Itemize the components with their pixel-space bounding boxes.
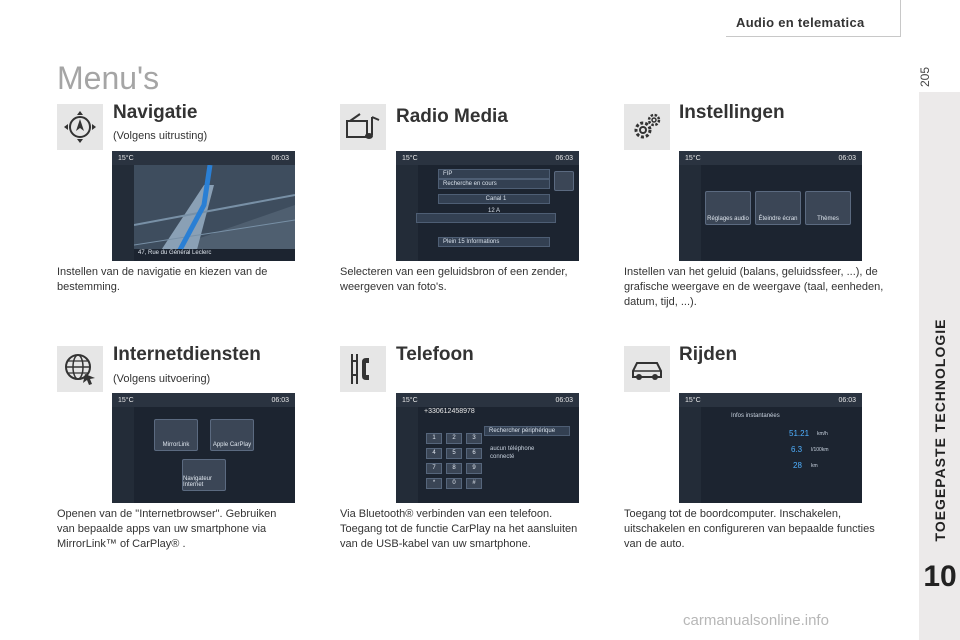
car-driving-icon bbox=[624, 346, 670, 392]
status-bar: 15°C 06:03 bbox=[679, 393, 862, 407]
trip-value-range: 28 bbox=[793, 461, 802, 470]
temperature: 15°C bbox=[402, 154, 418, 162]
nav-address: 47, Rue du Général Leclerc bbox=[138, 250, 212, 256]
keypad-key: 4 bbox=[426, 448, 442, 459]
clock: 06:03 bbox=[838, 154, 856, 162]
screen-sidebar bbox=[396, 165, 418, 261]
internetdiensten-description: Openen van de "Internetbrowser". Gebruik… bbox=[57, 508, 277, 550]
radio-media-title: Radio Media bbox=[396, 106, 508, 127]
screen-sidebar bbox=[396, 407, 418, 503]
channel-row: Canal 1 bbox=[438, 194, 550, 204]
settings-tile-themes: Thèmes bbox=[805, 191, 851, 225]
keypad-key: 2 bbox=[446, 433, 462, 444]
settings-tile-audio: Réglages audio bbox=[705, 191, 751, 225]
keypad-key: 9 bbox=[466, 463, 482, 474]
map-view bbox=[134, 165, 295, 261]
radio-screen: 15°C 06:03 FIP Recherche en cours Canal … bbox=[396, 151, 579, 261]
station-row: FIP bbox=[438, 169, 550, 179]
keypad-key: 0 bbox=[446, 478, 462, 489]
phone-screen: 15°C 06:03 +330612458978 Rechercher péri… bbox=[396, 393, 579, 503]
search-row: Recherche en cours bbox=[438, 179, 550, 189]
navigatie-subtitle: (Volgens uitrusting) bbox=[113, 130, 208, 142]
temperature: 15°C bbox=[685, 396, 701, 404]
navigatie-description: Instellen van de navigatie en kiezen van… bbox=[57, 266, 268, 293]
clock: 06:03 bbox=[271, 154, 289, 162]
section-label: TOEGEPASTE TECHNOLOGIE bbox=[932, 318, 948, 542]
navigation-screen: 15°C 06:03 47, Rue du Général Leclerc bbox=[112, 151, 295, 261]
keypad-key: 6 bbox=[466, 448, 482, 459]
internet-screen: 15°C 06:03 MirrorLink Apple CarPlay Navi… bbox=[112, 393, 295, 503]
page-title: Menu's bbox=[57, 60, 160, 96]
screen-sidebar bbox=[679, 165, 701, 261]
navigatie-title: Navigatie bbox=[113, 102, 198, 123]
keypad-key: 1 bbox=[426, 433, 442, 444]
keypad-key: 3 bbox=[466, 433, 482, 444]
keypad-key: 7 bbox=[426, 463, 442, 474]
chapter-number: 10 bbox=[923, 560, 957, 593]
clock: 06:03 bbox=[555, 154, 573, 162]
keypad-key: 8 bbox=[446, 463, 462, 474]
temperature: 15°C bbox=[402, 396, 418, 404]
mirrorlink-tile: MirrorLink bbox=[154, 419, 198, 451]
internetdiensten-subtitle: (Volgens uitvoering) bbox=[113, 373, 211, 385]
dab-tile bbox=[554, 171, 574, 191]
keypad-key: 5 bbox=[446, 448, 462, 459]
temperature: 15°C bbox=[118, 396, 134, 404]
info-row: Plein 15 Informations bbox=[438, 237, 550, 247]
instellingen-description: Instellen van het geluid (balans, geluid… bbox=[624, 266, 884, 308]
page-number: 205 bbox=[918, 66, 932, 88]
clock: 06:03 bbox=[838, 396, 856, 404]
temperature: 15°C bbox=[685, 154, 701, 162]
settings-screen: 15°C 06:03 Réglages audio Éteindre écran… bbox=[679, 151, 862, 261]
clock: 06:03 bbox=[555, 396, 573, 404]
screen-sidebar bbox=[112, 165, 134, 261]
instellingen-title: Instellingen bbox=[679, 102, 785, 123]
settings-tile-screen-off: Éteindre écran bbox=[755, 191, 801, 225]
header-rule bbox=[726, 36, 901, 37]
status-bar: 15°C 06:03 bbox=[112, 151, 295, 165]
clock: 06:03 bbox=[271, 396, 289, 404]
keypad-key: * bbox=[426, 478, 442, 489]
telefoon-title: Telefoon bbox=[396, 344, 474, 365]
carplay-tile: Apple CarPlay bbox=[210, 419, 254, 451]
search-device-button: Rechercher périphérique bbox=[484, 426, 570, 436]
seek-row bbox=[416, 213, 556, 223]
keypad-key: # bbox=[466, 478, 482, 489]
trip-value-speed: 51.21 bbox=[789, 429, 810, 438]
status-bar: 15°C 06:03 bbox=[396, 151, 579, 165]
chapter-title: Audio en telematica bbox=[736, 15, 865, 30]
driving-screen: 15°C 06:03 Infos instantanées 51.21 km/h… bbox=[679, 393, 862, 503]
phone-status: aucun téléphone connecté bbox=[490, 446, 535, 460]
trip-heading: Infos instantanées bbox=[731, 413, 780, 419]
rijden-description: Toegang tot de boordcomputer. Inschakele… bbox=[624, 508, 875, 550]
browser-tile: Navigateur Internet bbox=[182, 459, 226, 491]
internetdiensten-title: Internetdiensten bbox=[113, 344, 261, 365]
screen-sidebar bbox=[679, 407, 701, 503]
radio-media-icon bbox=[340, 104, 386, 150]
trip-unit-range: km bbox=[811, 463, 818, 469]
screen-sidebar bbox=[112, 407, 134, 503]
status-bar: 15°C 06:03 bbox=[396, 393, 579, 407]
status-bar: 15°C 06:03 bbox=[112, 393, 295, 407]
radio-media-description: Selecteren van een geluidsbron of een ze… bbox=[340, 266, 568, 293]
internet-globe-icon bbox=[57, 346, 103, 392]
navigation-compass-icon bbox=[57, 104, 103, 150]
trip-unit-speed: km/h bbox=[817, 431, 828, 437]
trip-unit-consumption: l/100km bbox=[811, 447, 829, 453]
watermark: carmanualsonline.info bbox=[683, 612, 829, 629]
dialed-number: +330612458978 bbox=[424, 408, 475, 415]
rijden-title: Rijden bbox=[679, 344, 738, 365]
temperature: 15°C bbox=[118, 154, 134, 162]
trip-value-consumption: 6.3 bbox=[791, 445, 803, 454]
phone-icon bbox=[340, 346, 386, 392]
telefoon-description: Via Bluetooth® verbinden van een telefoo… bbox=[340, 508, 578, 550]
status-bar: 15°C 06:03 bbox=[679, 151, 862, 165]
header-tick bbox=[900, 0, 901, 37]
settings-gears-icon bbox=[624, 104, 670, 150]
